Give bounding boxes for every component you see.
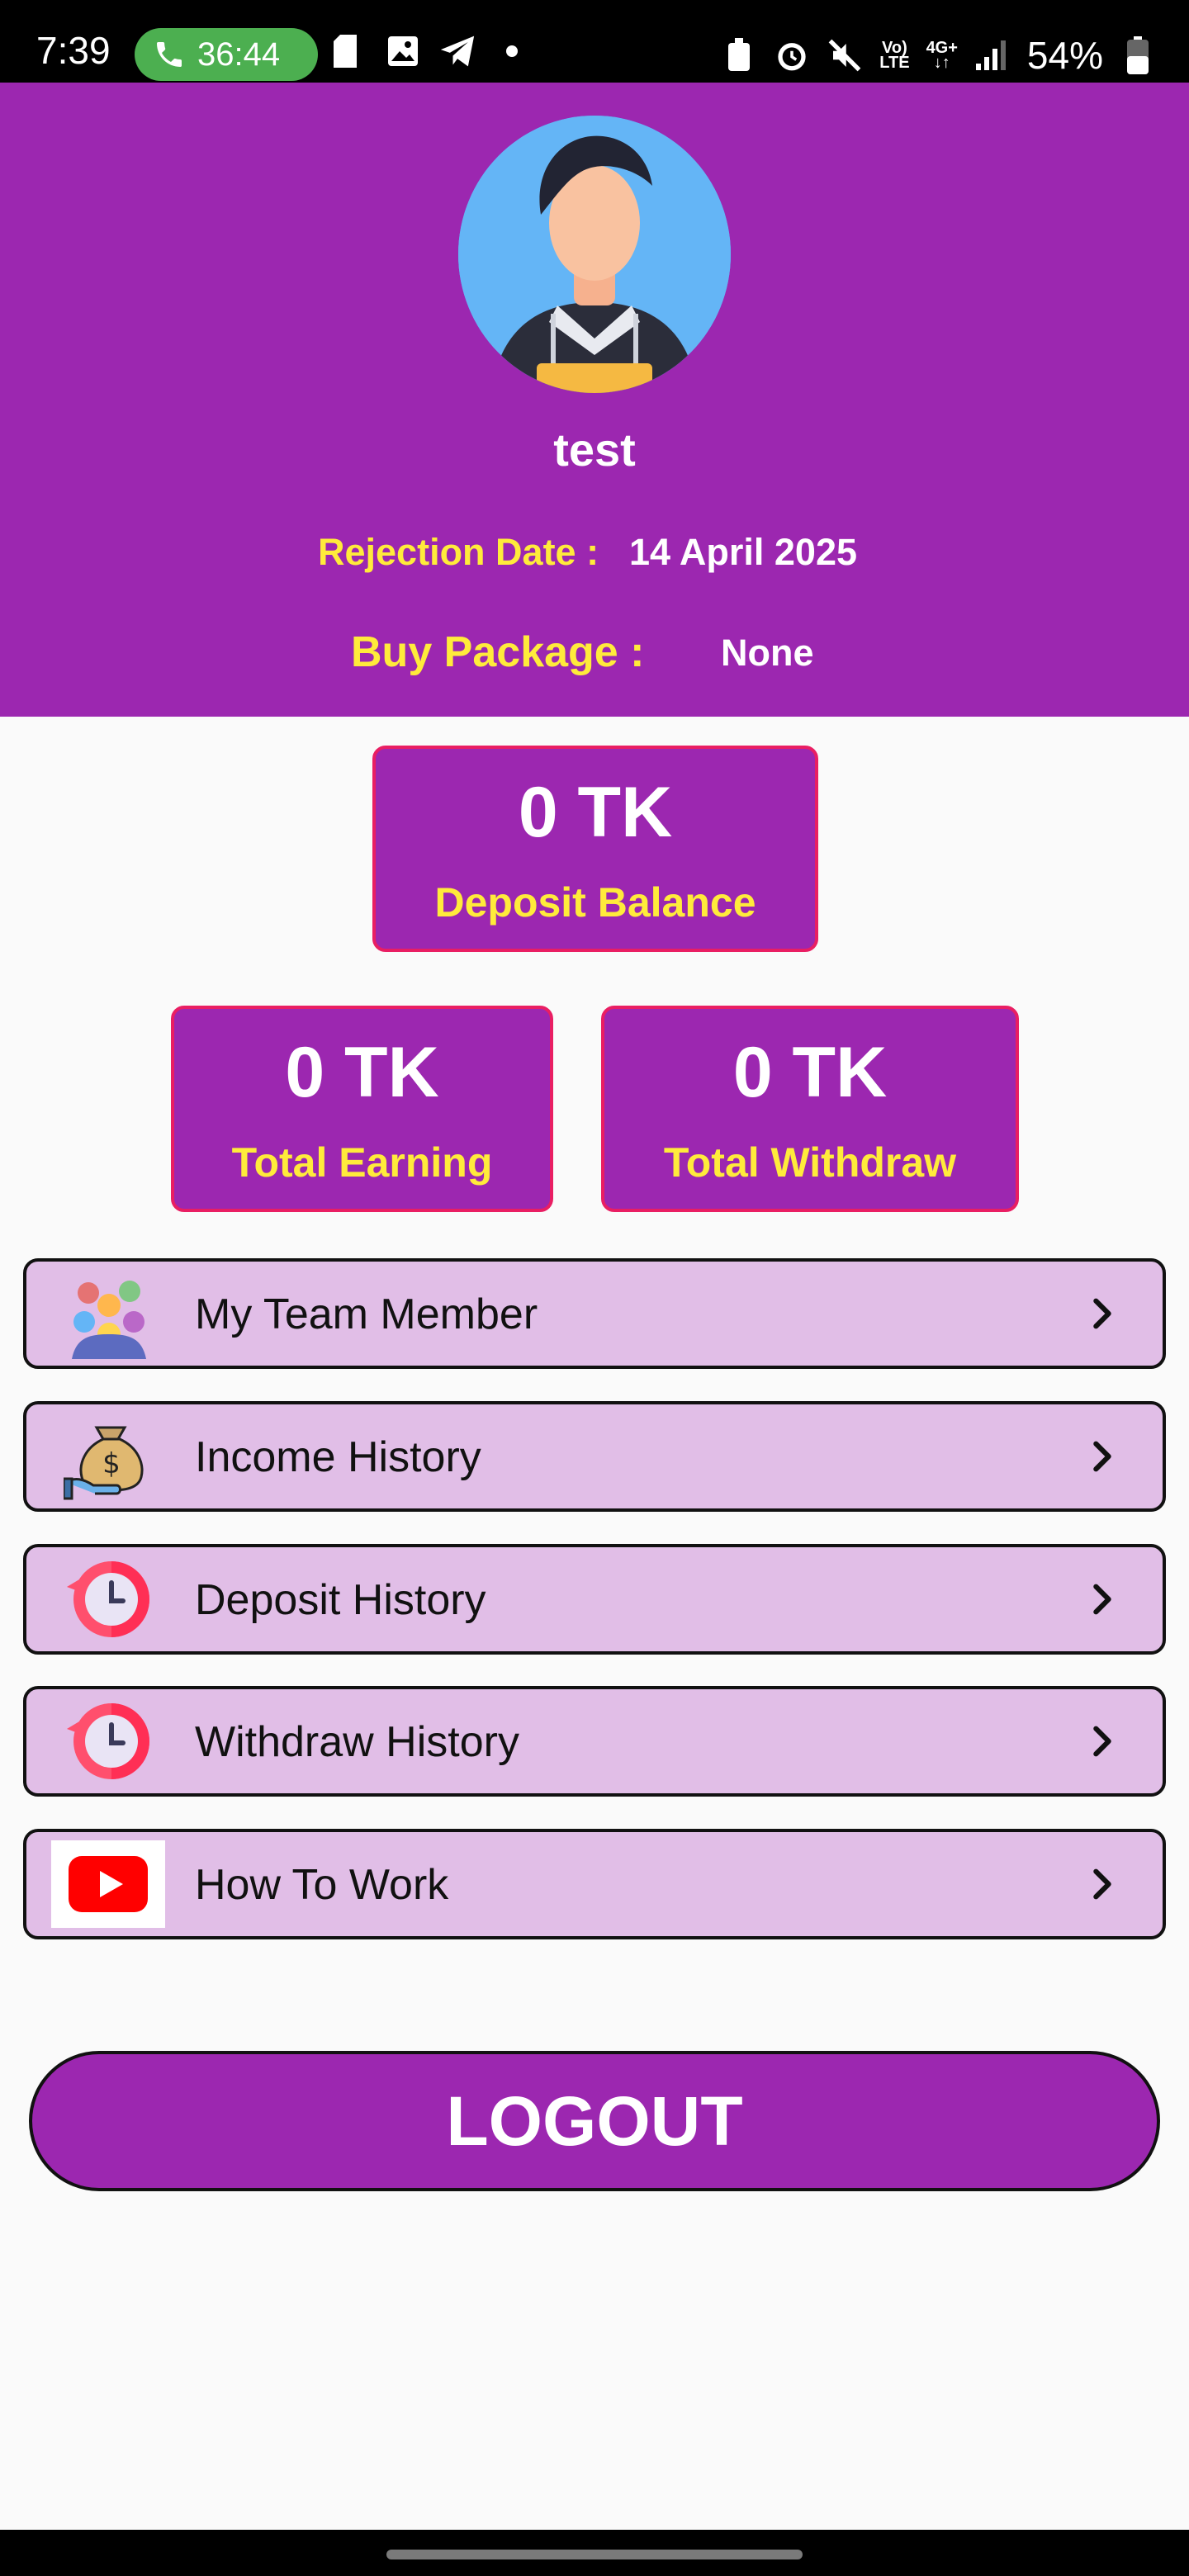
total-withdraw-label: Total Withdraw — [663, 1139, 957, 1186]
buy-package-label: Buy Package : — [351, 628, 645, 676]
total-earning-amount: 0 TK — [285, 1033, 439, 1112]
home-indicator[interactable] — [386, 2550, 803, 2559]
total-withdraw-card: 0 TK Total Withdraw — [601, 1006, 1019, 1212]
ongoing-call-pill[interactable]: 36:44 — [135, 28, 318, 81]
menu-item-income-history[interactable]: $ Income History — [23, 1401, 1166, 1512]
chevron-right-icon — [1093, 1584, 1111, 1615]
battery-icon — [1120, 36, 1156, 74]
call-timer: 36:44 — [197, 36, 281, 73]
deposit-balance-card: 0 TK Deposit Balance — [372, 746, 818, 952]
volte-icon: Vo) LTE — [879, 39, 910, 72]
buy-package-value: None — [721, 632, 814, 674]
chevron-right-icon — [1093, 1441, 1111, 1472]
history-clock-icon — [59, 1552, 159, 1646]
phone-icon — [157, 42, 182, 67]
chevron-right-icon — [1093, 1726, 1111, 1757]
gallery-icon — [385, 33, 421, 69]
history-clock-icon — [59, 1694, 159, 1788]
status-bar: 7:39 36:44 Vo) LTE 4G+ ↓↑ 54% — [0, 0, 1189, 83]
rejection-date-label: Rejection Date : — [318, 531, 599, 573]
menu-item-label: How To Work — [195, 1861, 449, 1909]
menu-item-label: Income History — [195, 1433, 481, 1481]
money-bag-icon: $ — [59, 1409, 159, 1503]
total-earning-card: 0 TK Total Earning — [171, 1006, 553, 1212]
more-notifications-dot — [494, 33, 530, 69]
menu-item-withdraw-history[interactable]: Withdraw History — [23, 1686, 1166, 1797]
chevron-right-icon — [1093, 1868, 1111, 1900]
menu-item-how-to-work[interactable]: How To Work — [23, 1829, 1166, 1939]
avatar — [458, 116, 731, 393]
team-members-icon — [59, 1267, 159, 1361]
menu-item-label: Withdraw History — [195, 1718, 519, 1766]
menu-item-deposit-history[interactable]: Deposit History — [23, 1544, 1166, 1655]
4g-data-icon: 4G+ ↓↑ — [926, 39, 958, 72]
deposit-balance-label: Deposit Balance — [434, 879, 756, 926]
menu-item-team-member[interactable]: My Team Member — [23, 1258, 1166, 1369]
logout-button[interactable]: LOGOUT — [29, 2051, 1160, 2191]
status-time: 7:39 — [36, 29, 111, 72]
total-earning-label: Total Earning — [231, 1139, 493, 1186]
telegram-icon — [439, 33, 476, 69]
total-withdraw-amount: 0 TK — [732, 1033, 888, 1112]
chevron-right-icon — [1093, 1298, 1111, 1329]
battery-saver-icon — [721, 37, 757, 73]
deposit-balance-amount: 0 TK — [518, 773, 673, 852]
svg-text:$: $ — [102, 1447, 121, 1480]
alarm-icon — [774, 37, 810, 73]
rejection-date-value: 14 April 2025 — [629, 531, 857, 573]
sim-card-icon — [330, 33, 367, 69]
youtube-icon — [51, 1840, 165, 1928]
battery-percent: 54% — [1026, 34, 1103, 77]
signal-icon — [974, 37, 1011, 73]
menu-item-label: Deposit History — [195, 1576, 486, 1624]
mute-icon — [827, 37, 863, 73]
menu-item-label: My Team Member — [195, 1290, 538, 1338]
username: test — [553, 424, 636, 476]
